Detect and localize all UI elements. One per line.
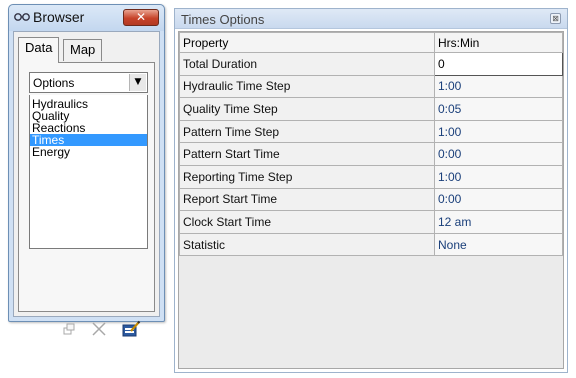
options-titlebar[interactable]: Times Options ⊠ (175, 9, 567, 29)
property-grid: Property Hrs:Min Total Duration 0 Hydrau… (179, 32, 563, 257)
value-field[interactable]: 0:00 (434, 142, 563, 166)
value-field[interactable]: 0:05 (434, 97, 563, 121)
property-label: Statistic (179, 232, 435, 257)
property-label: Quality Time Step (179, 97, 435, 121)
property-label: Reporting Time Step (179, 164, 435, 189)
value-field[interactable]: 1:00 (434, 119, 563, 144)
property-label: Clock Start Time (179, 210, 435, 234)
property-label: Pattern Start Time (179, 142, 435, 166)
options-list[interactable]: Hydraulics Quality Reactions Times Energ… (29, 95, 148, 249)
table-row[interactable]: Quality Time Step 0:05 (179, 97, 563, 121)
add-icon[interactable] (59, 319, 79, 339)
chevron-down-icon[interactable]: ▼ (129, 74, 146, 91)
times-options-window: Times Options ⊠ Property Hrs:Min Total D… (174, 8, 568, 373)
app-icon (14, 13, 30, 21)
value-field[interactable]: 0 (434, 52, 563, 76)
action-toolbar (59, 319, 149, 343)
value-field[interactable]: None (434, 232, 563, 257)
table-row[interactable]: Clock Start Time 12 am (179, 210, 563, 234)
property-label: Total Duration (179, 52, 435, 76)
close-icon[interactable]: ⊠ (550, 13, 561, 24)
options-title: Times Options (181, 12, 265, 27)
value-field[interactable]: 1:00 (434, 74, 563, 99)
tab-data[interactable]: Data (18, 37, 60, 63)
table-row[interactable]: Statistic None (179, 232, 563, 257)
column-header-property: Property (179, 32, 435, 53)
value-field[interactable]: 12 am (434, 210, 563, 234)
table-row[interactable]: Pattern Start Time 0:00 (179, 142, 563, 166)
browser-title: Browser (33, 9, 85, 25)
value-field[interactable]: 1:00 (434, 164, 563, 189)
property-label: Report Start Time (179, 187, 435, 212)
browser-body: Data Map Options ▼ Hydraulics Quality Re… (13, 31, 160, 337)
delete-icon[interactable] (89, 319, 109, 339)
property-grid-area: Property Hrs:Min Total Duration 0 Hydrau… (178, 31, 564, 369)
value-field[interactable]: 0:00 (434, 187, 563, 212)
browser-titlebar[interactable]: Browser ✕ (9, 5, 164, 31)
table-row[interactable]: Pattern Time Step 1:00 (179, 119, 563, 144)
list-item-energy[interactable]: Energy (30, 146, 147, 158)
dropdown-value: Options (33, 76, 75, 90)
table-row[interactable]: Hydraulic Time Step 1:00 (179, 74, 563, 99)
table-row[interactable]: Total Duration 0 (179, 52, 563, 76)
table-row[interactable]: Reporting Time Step 1:00 (179, 164, 563, 189)
table-row[interactable]: Report Start Time 0:00 (179, 187, 563, 212)
tab-map[interactable]: Map (63, 39, 103, 61)
property-label: Hydraulic Time Step (179, 74, 435, 99)
column-header-value: Hrs:Min (434, 32, 563, 53)
browser-window: Browser ✕ Data Map Options ▼ Hydraulics … (8, 4, 165, 337)
category-dropdown[interactable]: Options ▼ (29, 72, 148, 93)
tab-page-data: Options ▼ Hydraulics Quality Reactions T… (18, 62, 155, 337)
grid-header-row: Property Hrs:Min (179, 32, 563, 53)
edit-icon[interactable] (121, 319, 141, 339)
close-button[interactable]: ✕ (123, 9, 159, 26)
property-label: Pattern Time Step (179, 119, 435, 144)
